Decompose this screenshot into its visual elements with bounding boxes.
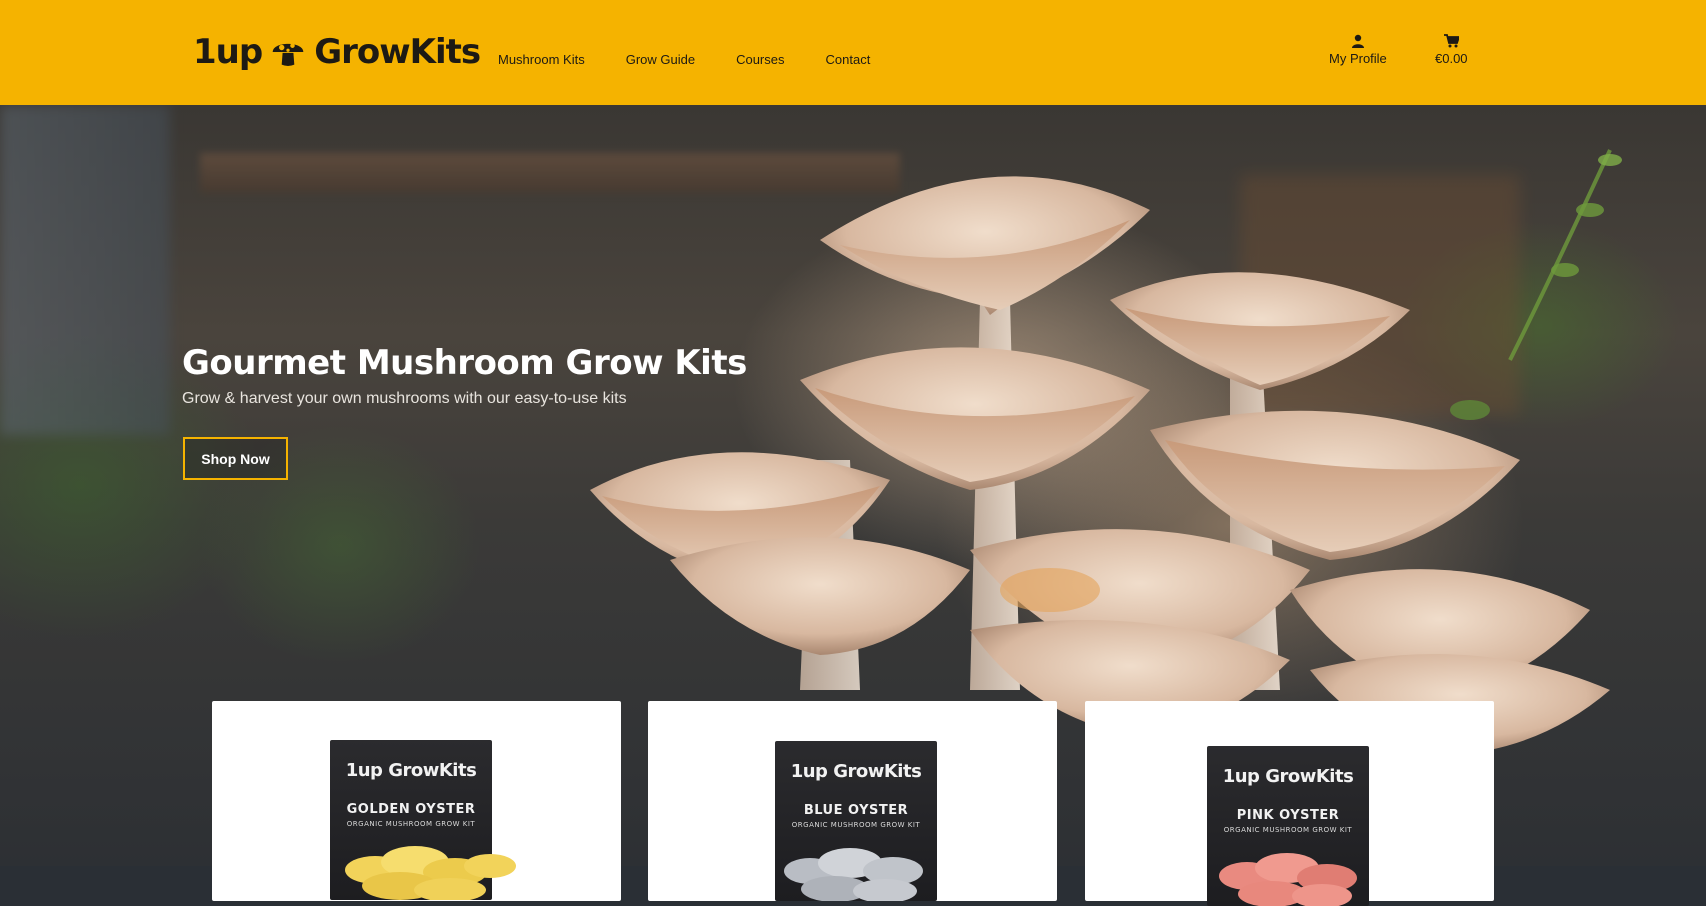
logo-text-1up: 1up bbox=[193, 32, 263, 72]
product-card[interactable]: 1up GrowKits PINK OYSTER ORGANIC MUSHROO… bbox=[1085, 701, 1494, 906]
logo-text-growkits: GrowKits bbox=[314, 32, 481, 72]
product-box-brand: 1up GrowKits bbox=[345, 760, 477, 781]
product-box-brand: 1up GrowKits bbox=[790, 761, 922, 782]
blue-oyster-mushroom-image bbox=[784, 848, 923, 901]
nav-grow-guide[interactable]: Grow Guide bbox=[626, 52, 695, 68]
cart-link[interactable]: €0.00 bbox=[1435, 34, 1468, 67]
product-name: BLUE OYSTER bbox=[803, 803, 909, 818]
mushroom-logo-icon bbox=[272, 43, 304, 66]
site-header: 1up GrowKits Mushroom Kits Grow Guide Co… bbox=[0, 0, 1706, 105]
hero-mushroom-cluster-image bbox=[590, 149, 1622, 755]
hero-title: Gourmet Mushroom Grow Kits bbox=[182, 343, 747, 383]
golden-oyster-mushroom-image bbox=[345, 846, 516, 900]
product-tagline: ORGANIC MUSHROOM GROW KIT bbox=[1223, 826, 1353, 834]
shop-now-button[interactable]: Shop Now bbox=[183, 437, 288, 480]
my-profile-label: My Profile bbox=[1329, 51, 1387, 66]
product-tagline: ORGANIC MUSHROOM GROW KIT bbox=[346, 820, 476, 828]
product-box-image: 1up GrowKits BLUE OYSTER ORGANIC MUSHROO… bbox=[775, 741, 937, 901]
cart-total: €0.00 bbox=[1435, 51, 1468, 66]
product-name: PINK OYSTER bbox=[1236, 808, 1340, 823]
product-name: GOLDEN OYSTER bbox=[346, 802, 476, 817]
site-logo[interactable]: 1up GrowKits bbox=[193, 30, 481, 74]
hero-bg-window bbox=[0, 105, 170, 435]
main-nav: Mushroom Kits Grow Guide Courses Contact bbox=[498, 52, 870, 68]
product-box-brand: 1up GrowKits bbox=[1222, 766, 1354, 787]
product-card[interactable]: 1up GrowKits BLUE OYSTER ORGANIC MUSHROO… bbox=[648, 701, 1057, 901]
product-box-image: 1up GrowKits PINK OYSTER ORGANIC MUSHROO… bbox=[1207, 746, 1369, 906]
product-tagline: ORGANIC MUSHROOM GROW KIT bbox=[791, 821, 921, 829]
nav-courses[interactable]: Courses bbox=[736, 52, 784, 68]
product-card[interactable]: 1up GrowKits GOLDEN OYSTER ORGANIC MUSHR… bbox=[212, 701, 621, 901]
nav-mushroom-kits[interactable]: Mushroom Kits bbox=[498, 52, 585, 68]
user-icon bbox=[1351, 34, 1364, 48]
my-profile-link[interactable]: My Profile bbox=[1329, 34, 1387, 67]
pink-oyster-mushroom-image bbox=[1219, 853, 1357, 906]
nav-contact[interactable]: Contact bbox=[826, 52, 871, 68]
cart-icon bbox=[1443, 34, 1459, 48]
product-box-image: 1up GrowKits GOLDEN OYSTER ORGANIC MUSHR… bbox=[330, 740, 516, 900]
hero-subtitle: Grow & harvest your own mushrooms with o… bbox=[182, 390, 627, 407]
